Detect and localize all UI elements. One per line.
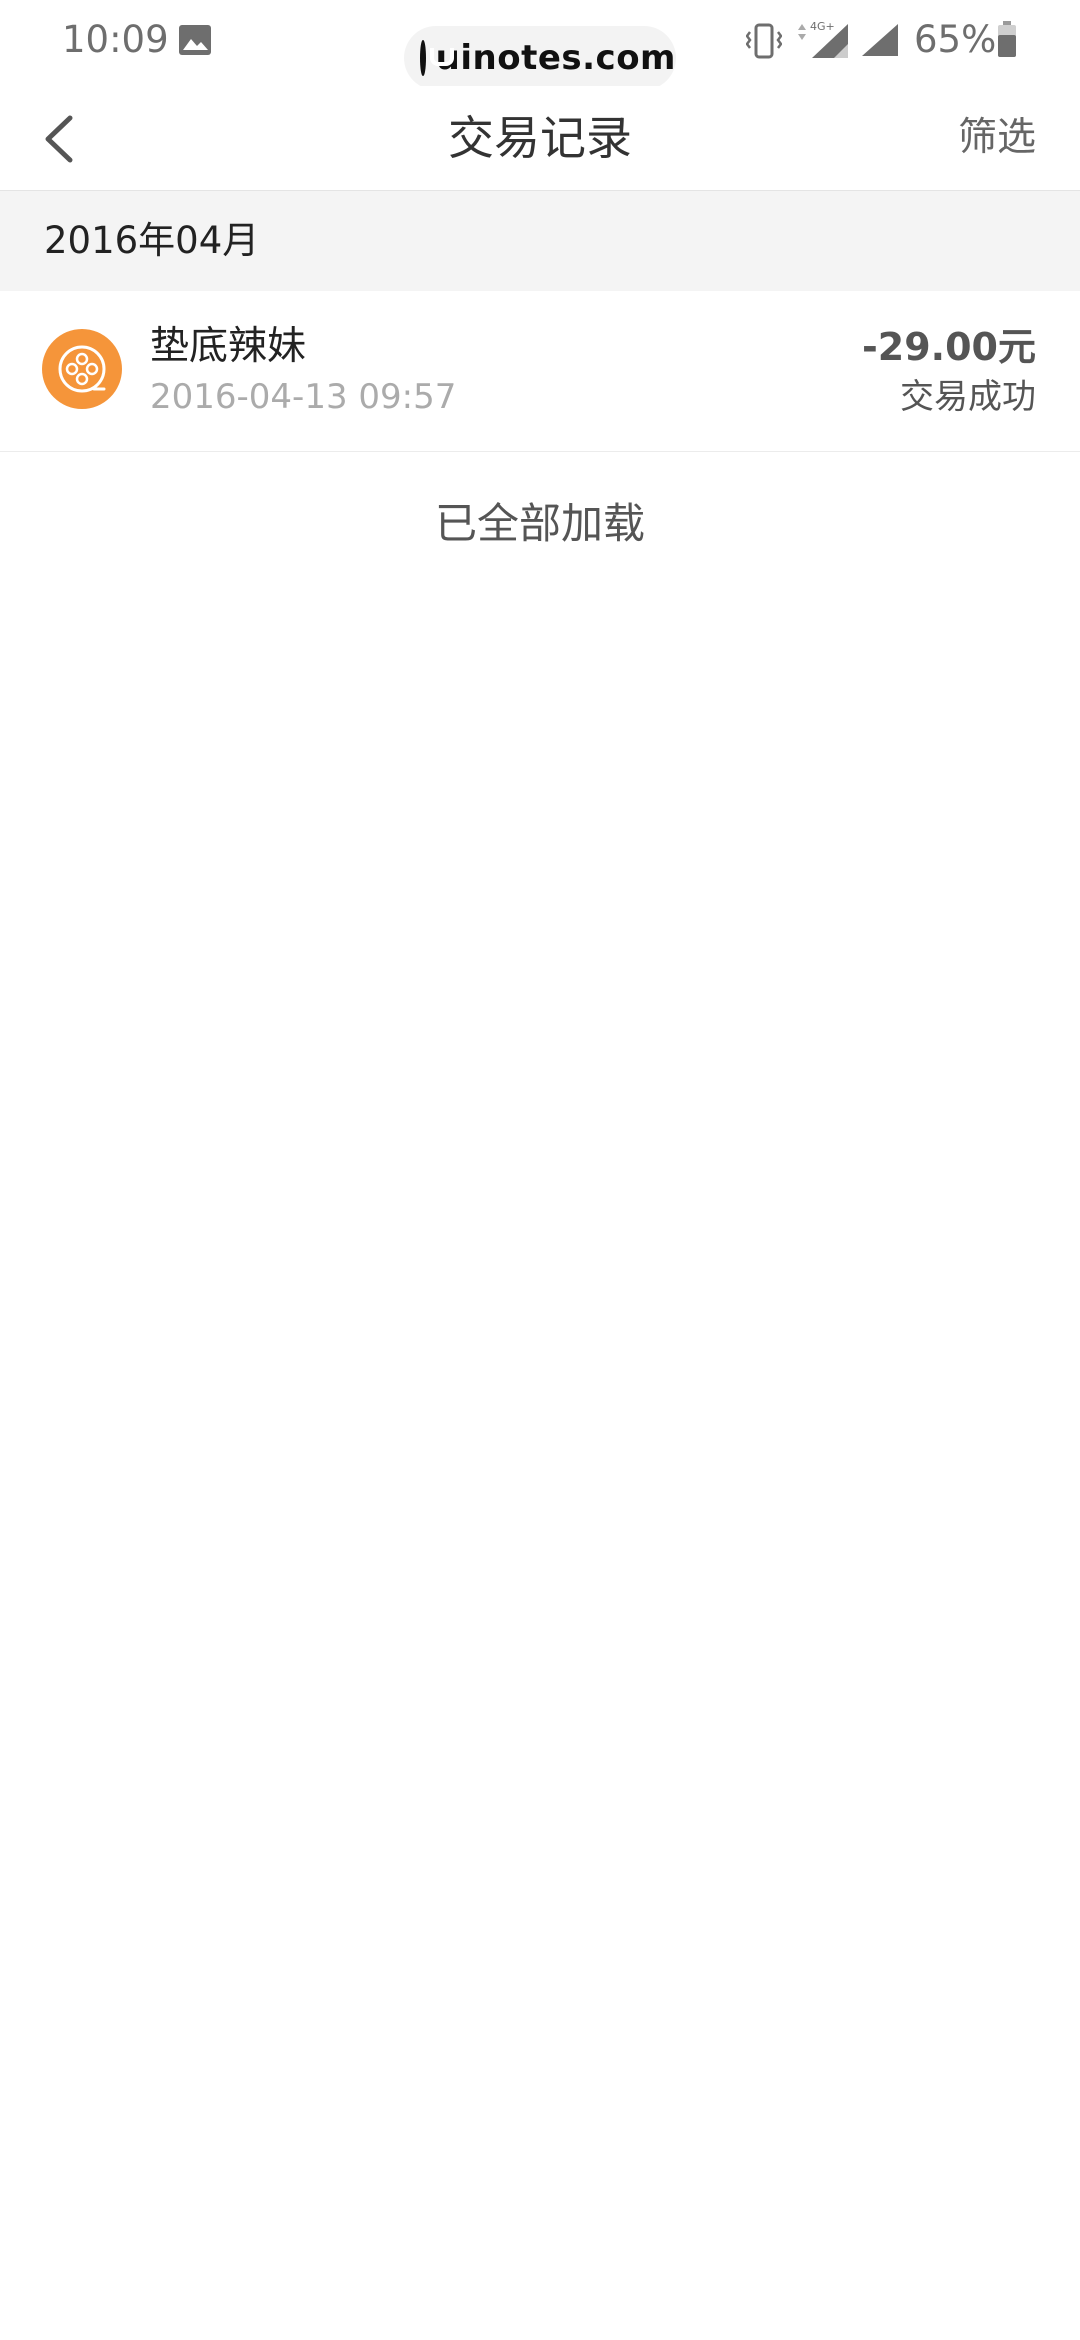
transaction-name: 垫底辣妹	[150, 324, 307, 369]
screen: 10:09 uinotes.com 4G+ 65% 交易记录 筛选 2016年0…	[0, 0, 1080, 2340]
watermark-text: uinotes.com	[435, 38, 676, 78]
vibrate-icon	[746, 23, 782, 59]
watermark-badge: uinotes.com	[404, 26, 676, 90]
battery-percent: 65%	[914, 18, 997, 61]
filter-button[interactable]: 筛选	[958, 110, 1036, 166]
transaction-time: 2016-04-13 09:57	[150, 377, 457, 417]
transaction-status: 交易成功	[900, 377, 1036, 417]
network-4g-icon: 4G+	[798, 20, 848, 58]
status-time: 10:09	[62, 18, 169, 61]
page-title: 交易记录	[448, 111, 632, 165]
nav-bar: 交易记录 筛选	[0, 86, 1080, 191]
image-icon	[179, 25, 211, 55]
transaction-amount: -29.00元	[862, 325, 1036, 369]
status-bar: 10:09 uinotes.com 4G+ 65%	[0, 0, 1080, 90]
transaction-row[interactable]: 垫底辣妹 2016-04-13 09:57 -29.00元 交易成功	[0, 291, 1080, 452]
signal-icon	[862, 24, 898, 56]
battery-icon	[998, 21, 1016, 57]
month-label: 2016年04月	[44, 219, 260, 262]
load-complete-message: 已全部加载	[434, 499, 645, 548]
film-reel-icon	[42, 329, 122, 409]
month-section-header: 2016年04月	[0, 191, 1080, 291]
uinotes-logo-icon	[420, 40, 453, 76]
network-type-label: 4G+	[810, 20, 835, 33]
